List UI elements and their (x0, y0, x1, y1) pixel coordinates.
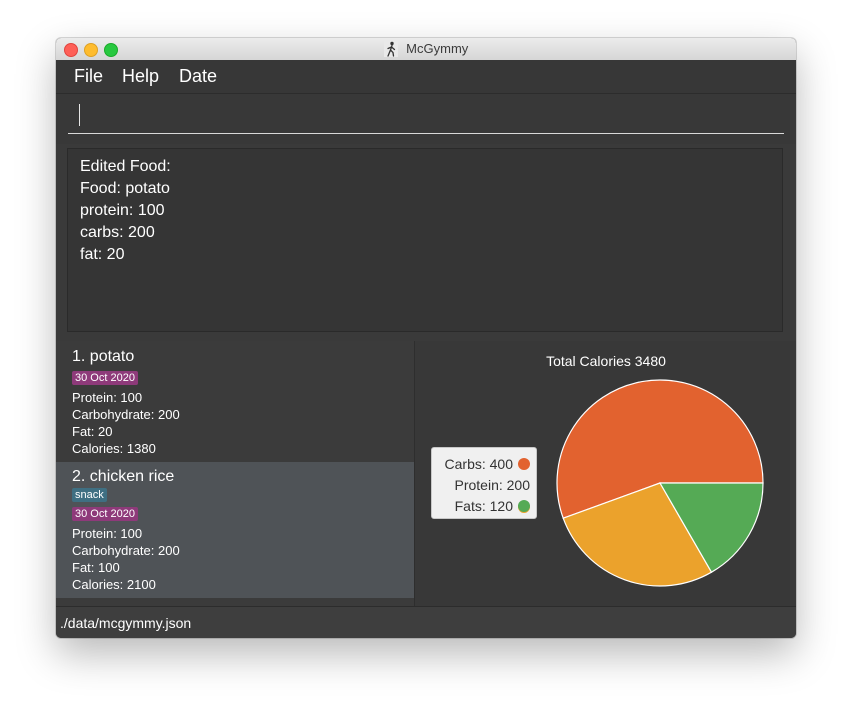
food-carbs: Carbohydrate: 200 (72, 407, 180, 422)
title-bar: McGymmy (56, 38, 796, 61)
menu-bar: File Help Date (56, 60, 796, 94)
runner-icon (383, 41, 398, 57)
food-protein: Protein: 100 (72, 526, 143, 541)
food-card-selected[interactable]: 2. chicken rice snack 30 Oct 2020 Protei… (56, 462, 414, 598)
result-line: fat: 20 (80, 246, 125, 263)
status-bar: ./data/mcgymmy.json (56, 606, 796, 638)
menu-date[interactable]: Date (179, 60, 217, 93)
result-line: protein: 100 (80, 202, 165, 219)
menu-help[interactable]: Help (122, 60, 159, 93)
food-calories: Calories: 2100 (72, 577, 156, 592)
menu-file[interactable]: File (74, 60, 103, 93)
pie-plot (556, 379, 764, 587)
food-carbs: Carbohydrate: 200 (72, 543, 180, 558)
result-line: Food: potato (80, 180, 170, 197)
result-display: Edited Food: Food: potato protein: 100 c… (67, 148, 783, 332)
food-card[interactable]: 1. potato 30 Oct 2020 Protein: 100 Carbo… (56, 341, 414, 462)
food-name: 2. chicken rice (72, 468, 175, 485)
food-name: 1. potato (72, 348, 135, 365)
food-protein: Protein: 100 (72, 390, 143, 405)
date-tag: 30 Oct 2020 (72, 507, 138, 521)
command-input[interactable] (68, 100, 784, 134)
window-title-area: McGymmy (56, 38, 796, 60)
result-line: Edited Food: (80, 158, 171, 175)
food-list[interactable]: 1. potato 30 Oct 2020 Protein: 100 Carbo… (56, 341, 414, 606)
result-line: carbs: 200 (80, 224, 155, 241)
data-file-path: ./data/mcgymmy.json (60, 615, 192, 631)
food-fat: Fat: 20 (72, 424, 113, 439)
category-tag: snack (72, 488, 107, 502)
date-tag: 30 Oct 2020 (72, 371, 138, 385)
text-caret (79, 104, 80, 126)
calorie-pie-chart: Total Calories 3480 Carbs: 400 Protein: … (414, 341, 796, 606)
food-fat: Fat: 100 (72, 560, 120, 575)
app-window: McGymmy File Help Date Edited Food: Food… (56, 38, 796, 638)
window-title: McGymmy (406, 41, 469, 56)
food-calories: Calories: 1380 (72, 441, 156, 456)
command-box (56, 94, 796, 144)
